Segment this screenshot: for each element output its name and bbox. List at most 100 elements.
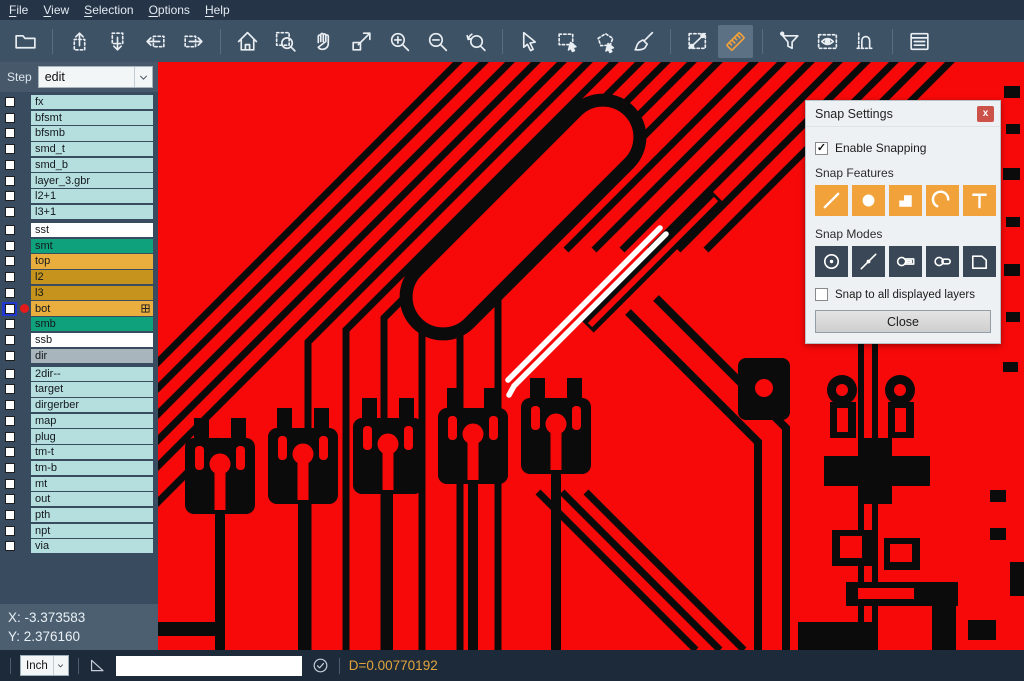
select-poly-button[interactable] [588, 25, 623, 58]
layer-checkbox-ssb[interactable] [2, 333, 17, 347]
unit-select[interactable]: Inch [20, 655, 69, 676]
zoom-back-button[interactable] [458, 25, 493, 58]
layer-name-via[interactable]: via [31, 539, 153, 553]
menu-file[interactable]: File [9, 3, 28, 17]
layer-checkbox-pth[interactable] [2, 508, 17, 522]
layer-name-top[interactable]: top [31, 254, 153, 268]
layer-name-npt[interactable]: npt [31, 524, 153, 538]
layer-checkbox-l3[interactable] [2, 286, 17, 300]
menu-selection[interactable]: Selection [84, 3, 133, 17]
layer-name-l3+1[interactable]: l3+1 [31, 205, 153, 219]
load-down-button[interactable] [100, 25, 135, 58]
menu-view[interactable]: View [43, 3, 69, 17]
zoom-out-button[interactable] [420, 25, 455, 58]
snap-all-layers-row[interactable]: Snap to all displayed layers [815, 288, 991, 301]
clear-brush-button[interactable] [626, 25, 661, 58]
menu-help[interactable]: Help [205, 3, 230, 17]
layer-checkbox-tm-t[interactable] [2, 445, 17, 459]
layer-name-smd_t[interactable]: smd_t [31, 142, 153, 156]
snap-mode-contour-button[interactable] [963, 246, 996, 277]
snap-feature-arc-button[interactable] [926, 185, 959, 216]
layer-checkbox-bfsmb[interactable] [2, 126, 17, 140]
snap-feature-pad-button[interactable] [852, 185, 885, 216]
layer-name-pth[interactable]: pth [31, 508, 153, 522]
layer-checkbox-mt[interactable] [2, 477, 17, 491]
layer-name-layer_3.gbr[interactable]: layer_3.gbr [31, 173, 153, 187]
layer-checkbox-dir[interactable] [2, 349, 17, 363]
report-button[interactable] [902, 25, 937, 58]
layer-name-2dir--[interactable]: 2dir-- [31, 367, 153, 381]
move-button[interactable] [344, 25, 379, 58]
filter-button[interactable] [772, 25, 807, 58]
layer-name-smb[interactable]: smb [31, 317, 153, 331]
snap-mode-midpoint-button[interactable] [852, 246, 885, 277]
layer-checkbox-sst[interactable] [2, 223, 17, 237]
layer-checkbox-fx[interactable] [2, 95, 17, 109]
layer-name-mt[interactable]: mt [31, 477, 153, 491]
layer-checkbox-2dir--[interactable] [2, 367, 17, 381]
layer-name-map[interactable]: map [31, 414, 153, 428]
cursor-button[interactable] [512, 25, 547, 58]
layer-name-bot[interactable]: bot [31, 301, 153, 315]
layer-checkbox-map[interactable] [2, 414, 17, 428]
layer-name-smt[interactable]: smt [31, 239, 153, 253]
command-input[interactable] [116, 656, 302, 676]
layer-checkbox-smd_t[interactable] [2, 142, 17, 156]
open-button[interactable] [8, 25, 43, 58]
enable-snapping-checkbox[interactable] [815, 142, 828, 155]
layer-name-fx[interactable]: fx [31, 95, 153, 109]
ruler-button[interactable] [718, 25, 753, 58]
snap-mode-slot-button[interactable] [889, 246, 922, 277]
layer-name-smd_b[interactable]: smd_b [31, 158, 153, 172]
load-left-button[interactable] [138, 25, 173, 58]
dialog-close-icon[interactable]: x [977, 106, 994, 122]
snap-mode-round-slot-button[interactable] [926, 246, 959, 277]
layer-name-l2[interactable]: l2 [31, 270, 153, 284]
dialog-title-bar[interactable]: Snap Settings x [806, 101, 1000, 127]
angle-tool-icon[interactable] [88, 656, 107, 675]
layer-name-bfsmb[interactable]: bfsmb [31, 126, 153, 140]
layer-checkbox-tm-b[interactable] [2, 461, 17, 475]
view-region-button[interactable] [810, 25, 845, 58]
close-button[interactable]: Close [815, 310, 991, 333]
measure-line-button[interactable] [680, 25, 715, 58]
layer-name-l2+1[interactable]: l2+1 [31, 189, 153, 203]
layer-name-tm-b[interactable]: tm-b [31, 461, 153, 475]
layer-name-out[interactable]: out [31, 492, 153, 506]
layer-name-bfsmt[interactable]: bfsmt [31, 111, 153, 125]
layer-checkbox-l2+1[interactable] [2, 189, 17, 203]
snap-feature-text-button[interactable] [963, 185, 996, 216]
layer-name-ssb[interactable]: ssb [31, 333, 153, 347]
layer-checkbox-target[interactable] [2, 382, 17, 396]
confirm-circle-icon[interactable] [311, 656, 330, 675]
layer-checkbox-layer_3.gbr[interactable] [2, 174, 17, 188]
layer-checkbox-l2[interactable] [2, 270, 17, 284]
snap-mode-center-button[interactable] [815, 246, 848, 277]
layer-checkbox-npt[interactable] [2, 524, 17, 538]
zoom-in-button[interactable] [382, 25, 417, 58]
layer-name-plug[interactable]: plug [31, 429, 153, 443]
snap-feature-line-button[interactable] [815, 185, 848, 216]
layer-checkbox-dirgerber[interactable] [2, 398, 17, 412]
layer-checkbox-plug[interactable] [2, 430, 17, 444]
menu-options[interactable]: Options [149, 3, 190, 17]
home-button[interactable] [230, 25, 265, 58]
step-select[interactable]: edit [38, 66, 153, 88]
layer-checkbox-out[interactable] [2, 492, 17, 506]
pcb-canvas[interactable]: Snap Settings x Enable Snapping Snap Fea… [158, 62, 1024, 650]
net-path-button[interactable] [848, 25, 883, 58]
layer-name-sst[interactable]: sst [31, 223, 153, 237]
snap-feature-surface-button[interactable] [889, 185, 922, 216]
layer-checkbox-top[interactable] [2, 254, 17, 268]
enable-snapping-row[interactable]: Enable Snapping [815, 141, 991, 155]
layer-checkbox-bot[interactable] [2, 302, 17, 316]
layer-name-dirgerber[interactable]: dirgerber [31, 398, 153, 412]
load-right-button[interactable] [176, 25, 211, 58]
snap-all-layers-checkbox[interactable] [815, 288, 828, 301]
layer-checkbox-smt[interactable] [2, 239, 17, 253]
layer-checkbox-bfsmt[interactable] [2, 111, 17, 125]
layer-checkbox-smd_b[interactable] [2, 158, 17, 172]
layer-name-dir[interactable]: dir [31, 349, 153, 363]
layer-name-l3[interactable]: l3 [31, 286, 153, 300]
zoom-window-button[interactable] [268, 25, 303, 58]
